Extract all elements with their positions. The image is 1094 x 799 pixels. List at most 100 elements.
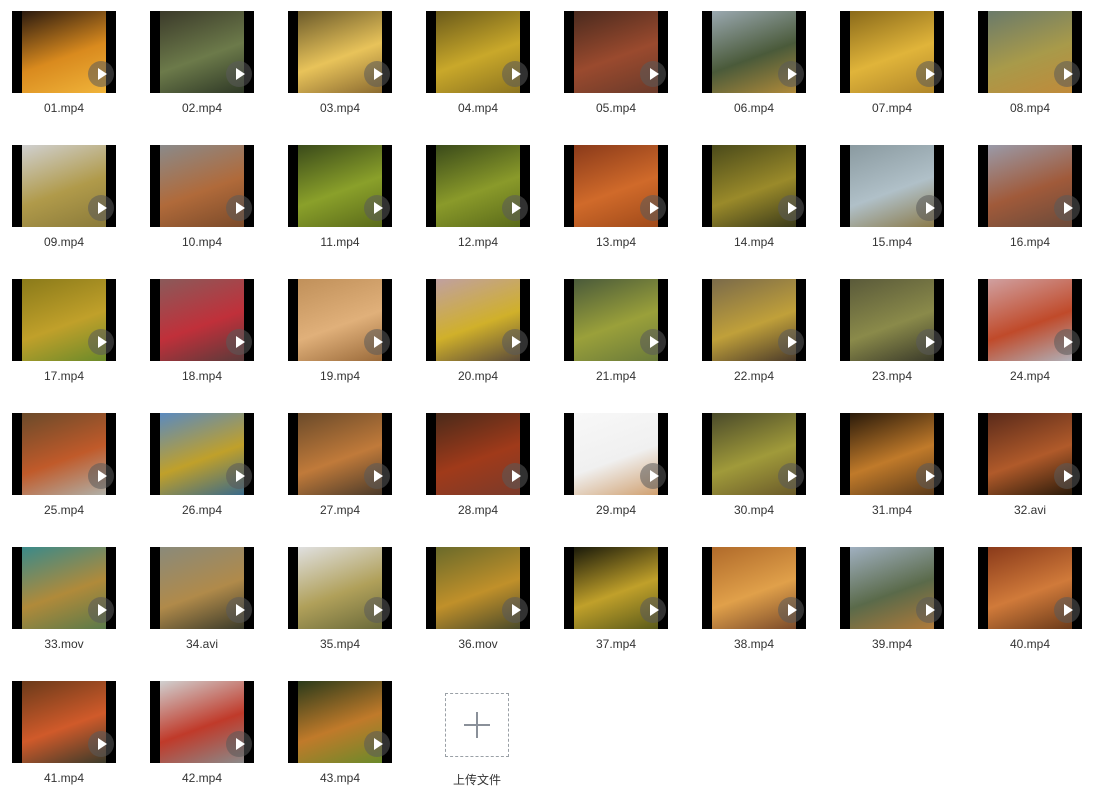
video-thumbnail[interactable] (564, 145, 668, 227)
file-tile[interactable]: 36.mov (424, 547, 534, 665)
video-thumbnail[interactable] (150, 681, 254, 763)
file-tile[interactable]: 04.mp4 (424, 11, 534, 129)
video-thumbnail[interactable] (150, 11, 254, 93)
play-icon[interactable] (640, 463, 666, 489)
video-thumbnail[interactable] (840, 279, 944, 361)
play-icon[interactable] (778, 329, 804, 355)
file-tile[interactable]: 24.mp4 (976, 279, 1086, 397)
file-tile[interactable]: 17.mp4 (10, 279, 120, 397)
play-icon[interactable] (502, 463, 528, 489)
file-tile[interactable]: 22.mp4 (700, 279, 810, 397)
file-tile[interactable]: 01.mp4 (10, 11, 120, 129)
video-thumbnail[interactable] (150, 413, 254, 495)
file-tile[interactable]: 13.mp4 (562, 145, 672, 263)
video-thumbnail[interactable] (978, 547, 1082, 629)
play-icon[interactable] (1054, 463, 1080, 489)
video-thumbnail[interactable] (288, 279, 392, 361)
play-icon[interactable] (226, 329, 252, 355)
file-tile[interactable]: 26.mp4 (148, 413, 258, 531)
play-icon[interactable] (916, 195, 942, 221)
play-icon[interactable] (364, 61, 390, 87)
play-icon[interactable] (778, 463, 804, 489)
play-icon[interactable] (916, 463, 942, 489)
play-icon[interactable] (916, 61, 942, 87)
video-thumbnail[interactable] (840, 547, 944, 629)
play-icon[interactable] (364, 597, 390, 623)
play-icon[interactable] (778, 597, 804, 623)
video-thumbnail[interactable] (564, 279, 668, 361)
file-tile[interactable]: 35.mp4 (286, 547, 396, 665)
file-tile[interactable]: 37.mp4 (562, 547, 672, 665)
play-icon[interactable] (1054, 597, 1080, 623)
video-thumbnail[interactable] (978, 413, 1082, 495)
play-icon[interactable] (916, 597, 942, 623)
video-thumbnail[interactable] (840, 145, 944, 227)
file-tile[interactable]: 29.mp4 (562, 413, 672, 531)
play-icon[interactable] (88, 329, 114, 355)
video-thumbnail[interactable] (288, 11, 392, 93)
file-tile[interactable]: 41.mp4 (10, 681, 120, 799)
video-thumbnail[interactable] (150, 279, 254, 361)
video-thumbnail[interactable] (288, 547, 392, 629)
video-thumbnail[interactable] (564, 413, 668, 495)
video-thumbnail[interactable] (978, 145, 1082, 227)
play-icon[interactable] (502, 329, 528, 355)
video-thumbnail[interactable] (426, 547, 530, 629)
video-thumbnail[interactable] (702, 145, 806, 227)
play-icon[interactable] (364, 329, 390, 355)
play-icon[interactable] (364, 731, 390, 757)
file-tile[interactable]: 07.mp4 (838, 11, 948, 129)
play-icon[interactable] (1054, 329, 1080, 355)
play-icon[interactable] (778, 61, 804, 87)
video-thumbnail[interactable] (12, 681, 116, 763)
video-thumbnail[interactable] (702, 11, 806, 93)
file-tile[interactable]: 09.mp4 (10, 145, 120, 263)
play-icon[interactable] (640, 195, 666, 221)
video-thumbnail[interactable] (12, 145, 116, 227)
video-thumbnail[interactable] (426, 413, 530, 495)
file-tile[interactable]: 27.mp4 (286, 413, 396, 531)
video-thumbnail[interactable] (426, 11, 530, 93)
file-tile[interactable]: 28.mp4 (424, 413, 534, 531)
file-tile[interactable]: 02.mp4 (148, 11, 258, 129)
play-icon[interactable] (916, 329, 942, 355)
play-icon[interactable] (640, 597, 666, 623)
file-tile[interactable]: 43.mp4 (286, 681, 396, 799)
play-icon[interactable] (640, 61, 666, 87)
play-icon[interactable] (640, 329, 666, 355)
file-tile[interactable]: 21.mp4 (562, 279, 672, 397)
file-tile[interactable]: 20.mp4 (424, 279, 534, 397)
video-thumbnail[interactable] (564, 547, 668, 629)
video-thumbnail[interactable] (288, 145, 392, 227)
play-icon[interactable] (88, 463, 114, 489)
file-tile[interactable]: 39.mp4 (838, 547, 948, 665)
play-icon[interactable] (778, 195, 804, 221)
play-icon[interactable] (364, 195, 390, 221)
play-icon[interactable] (226, 731, 252, 757)
file-tile[interactable]: 33.mov (10, 547, 120, 665)
play-icon[interactable] (88, 61, 114, 87)
file-tile[interactable]: 34.avi (148, 547, 258, 665)
upload-dropzone[interactable] (445, 693, 509, 757)
play-icon[interactable] (226, 195, 252, 221)
file-tile[interactable]: 11.mp4 (286, 145, 396, 263)
file-tile[interactable]: 08.mp4 (976, 11, 1086, 129)
play-icon[interactable] (1054, 61, 1080, 87)
play-icon[interactable] (226, 463, 252, 489)
video-thumbnail[interactable] (288, 413, 392, 495)
video-thumbnail[interactable] (702, 547, 806, 629)
file-tile[interactable]: 12.mp4 (424, 145, 534, 263)
video-thumbnail[interactable] (12, 413, 116, 495)
video-thumbnail[interactable] (426, 279, 530, 361)
upload-file-button[interactable]: 上传文件 (424, 681, 534, 799)
video-thumbnail[interactable] (978, 11, 1082, 93)
video-thumbnail[interactable] (978, 279, 1082, 361)
play-icon[interactable] (88, 195, 114, 221)
play-icon[interactable] (502, 61, 528, 87)
file-tile[interactable]: 30.mp4 (700, 413, 810, 531)
file-tile[interactable]: 38.mp4 (700, 547, 810, 665)
file-tile[interactable]: 10.mp4 (148, 145, 258, 263)
file-tile[interactable]: 40.mp4 (976, 547, 1086, 665)
play-icon[interactable] (364, 463, 390, 489)
play-icon[interactable] (502, 195, 528, 221)
